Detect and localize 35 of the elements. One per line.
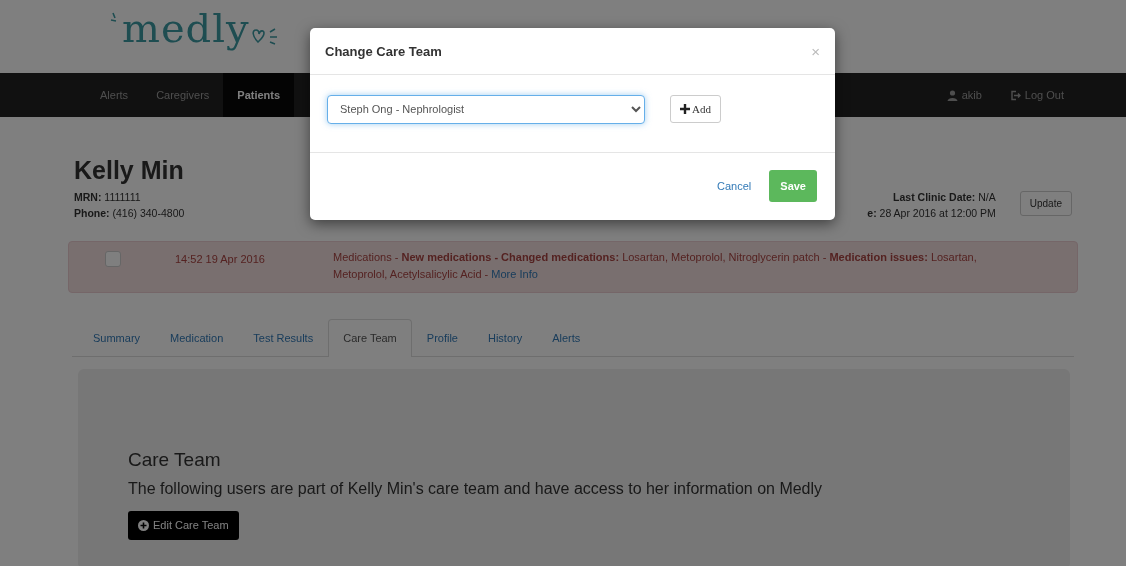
tab[interactable]: Summary [78,319,156,357]
logout-icon [1009,89,1021,101]
section-heading: Care Team [128,448,222,472]
nav-link[interactable]: Alerts [86,73,143,117]
tab[interactable]: Alerts [537,319,596,357]
logout-link[interactable]: Log Out [995,73,1064,117]
dialog-title: Change Care Team [325,44,442,60]
tab[interactable]: Profile [411,319,473,357]
nav-link[interactable]: Caregivers [142,73,224,117]
plus-icon [680,104,690,115]
alert-time: 14:52 19 Apr 2016 [174,252,266,267]
user-link[interactable]: akib [932,73,996,117]
info-line: Phone: (416) 340-4800 [74,206,185,221]
plus-circle-icon [138,520,149,532]
nav-link[interactable]: Patients [223,73,295,117]
close-button[interactable]: × [811,44,820,60]
alert-message: Medications - New medications - Changed medications: Losartan, Metoprolol, Nitroglycerin patch - Medication issues: Losartan, Metoprolol, Acetylsalicylic Acid - More Info [333,250,978,282]
add-button[interactable]: Add [670,94,721,124]
tab[interactable]: Medication [155,319,239,357]
checkbox[interactable] [105,251,121,267]
select-field[interactable]: Steph Ong - Nephrologist [327,94,645,124]
more-info-link[interactable]: More Info [491,268,538,280]
user-icon [946,89,958,101]
info-line: MRN: 1111111 [74,190,142,205]
tab[interactable]: Test Results [238,319,329,357]
info-line: Last Clinic Date: N/A [892,190,996,205]
patient-name: Kelly Min [74,155,185,185]
tab[interactable]: Care Team [328,319,412,357]
info-line: e: 28 Apr 2016 at 12:00 PM [867,206,996,221]
description-text: The following users are part of Kelly Min's care team and have access to her information on Medly [128,479,824,500]
update-button[interactable]: Update [1019,191,1072,216]
edit-care-team-button[interactable]: Edit Care Team [128,511,239,540]
tab[interactable]: History [473,319,538,357]
cancel-link[interactable]: Cancel [717,177,752,195]
save-button[interactable]: Save [769,169,817,203]
